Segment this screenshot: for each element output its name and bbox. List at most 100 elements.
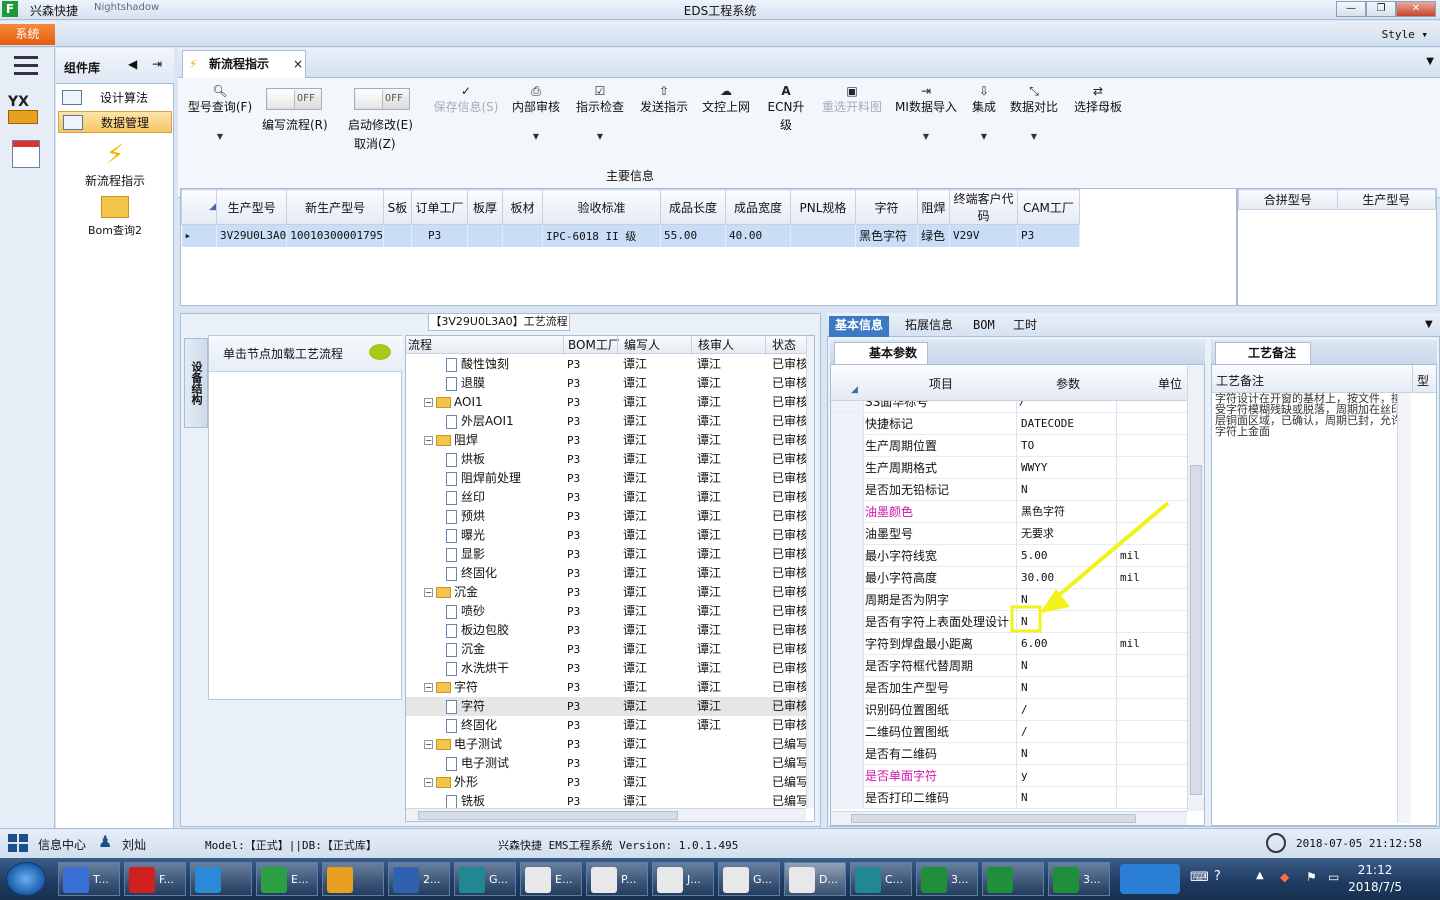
cell[interactable]: P3	[411, 224, 468, 247]
ecn-upgrade-button[interactable]: A ECN升级	[762, 82, 810, 134]
column-header[interactable]: 工艺备注	[1216, 372, 1264, 389]
restore-button[interactable]: ❐	[1366, 1, 1396, 17]
calendar-tool-icon[interactable]	[8, 140, 48, 176]
column-header[interactable]: 参数	[1019, 375, 1117, 392]
column-header[interactable]: 成品长度	[659, 189, 726, 225]
info-center-label[interactable]: 信息中心	[38, 836, 86, 853]
data-compare-button[interactable]: ⤡ 数据对比 ▼	[1008, 82, 1060, 146]
close-window-button[interactable]: ✕	[1396, 1, 1436, 17]
taskbar-app-button[interactable]: T...	[58, 862, 120, 896]
tree-grid-vscrollbar[interactable]	[806, 336, 814, 808]
doc-upload-button[interactable]: ☁ 文控上网	[700, 82, 752, 116]
column-header[interactable]: 成品宽度	[724, 189, 791, 225]
tab-process-notes[interactable]: 工艺备注	[1215, 342, 1311, 364]
column-header[interactable]: 型	[1412, 365, 1436, 393]
table-row[interactable]: 是否加生产型号 N	[831, 677, 1187, 699]
tab-new-flow[interactable]: ⚡ 新流程指示 ×	[182, 50, 306, 79]
cell[interactable]: P3	[1017, 224, 1080, 247]
table-row[interactable]: 生产周期格式 WWYY	[831, 457, 1187, 479]
param-value[interactable]: DATECODE	[1019, 413, 1117, 435]
column-header[interactable]: 板材	[501, 189, 543, 225]
hamburger-menu-icon[interactable]	[14, 56, 38, 76]
param-value[interactable]: WWYY	[1019, 457, 1117, 479]
tab-basic-info[interactable]: 基本信息	[829, 316, 890, 337]
tab-basic-params[interactable]: 基本参数	[834, 342, 928, 364]
cell[interactable]: 黑色字符	[855, 224, 918, 247]
taskbar-app-button[interactable]: 2...	[388, 862, 450, 896]
tab-bom[interactable]: BOM	[967, 316, 1001, 337]
tree-row[interactable]: 字符 P3 谭江 谭江 已审核	[406, 697, 806, 716]
start-button[interactable]	[6, 862, 46, 896]
tree-row[interactable]: − 外形 P3 谭江 已编写	[406, 773, 806, 792]
monitor-tray-icon[interactable]: ▭	[1328, 870, 1339, 884]
mi-import-button[interactable]: ⇥ MI数据导入 ▼	[894, 82, 958, 146]
tree-row[interactable]: − AOI1 P3 谭江 谭江 已审核	[406, 393, 806, 412]
param-value[interactable]: N	[1019, 655, 1117, 677]
tree-row[interactable]: 退膜 P3 谭江 谭江 已审核	[406, 374, 806, 393]
tab-list-chevron-icon[interactable]: ▼	[1426, 56, 1434, 67]
tree-row[interactable]: − 字符 P3 谭江 谭江 已审核	[406, 678, 806, 697]
column-header[interactable]: CAM工厂	[1016, 189, 1080, 225]
cell[interactable]: V29V	[949, 224, 1018, 247]
column-header[interactable]: 状态	[765, 336, 805, 355]
tree-row[interactable]: 板边包胶 P3 谭江 谭江 已审核	[406, 621, 806, 640]
tree-row[interactable]: − 阻焊 P3 谭江 谭江 已审核	[406, 431, 806, 450]
cell[interactable]: 40.00	[725, 224, 791, 247]
system-menu-button[interactable]: 系统	[0, 24, 55, 45]
taskbar-app-button[interactable]: G...	[718, 862, 780, 896]
table-row[interactable]: 是否字符框代替周期 N	[831, 655, 1187, 677]
params-vscrollbar[interactable]	[1187, 365, 1204, 811]
instruction-check-button[interactable]: ☑ 指示检查 ▼	[574, 82, 626, 146]
param-value[interactable]: N	[1019, 743, 1117, 765]
help-tray-icon[interactable]: ?	[1214, 869, 1221, 884]
cell[interactable]: IPC-6018 II 级	[542, 224, 661, 247]
param-value[interactable]: 6.00	[1019, 633, 1117, 655]
param-value[interactable]: N	[1019, 677, 1117, 699]
tree-row[interactable]: 烘板 P3 谭江 谭江 已审核	[406, 450, 806, 469]
column-header[interactable]: 编写人	[617, 336, 691, 355]
tree-row[interactable]: 显影 P3 谭江 谭江 已审核	[406, 545, 806, 564]
send-instruction-button[interactable]: ⇧ 发送指示	[638, 82, 690, 116]
taskbar-app-button[interactable]	[322, 862, 384, 896]
collapse-toggle-icon[interactable]: −	[424, 436, 433, 445]
column-header[interactable]: 流程	[408, 336, 432, 355]
table-row[interactable]: SS面华标号 /	[831, 401, 1187, 413]
column-header[interactable]: 合拼型号	[1238, 189, 1338, 210]
tree-row[interactable]: 终固化 P3 谭江 谭江 已审核	[406, 564, 806, 583]
side-tab-equipment-structure[interactable]: 设备结构	[184, 338, 208, 428]
tree-row[interactable]: 阻焊前处理 P3 谭江 谭江 已审核	[406, 469, 806, 488]
taskbar-app-button[interactable]: D...	[784, 862, 846, 896]
cell[interactable]	[790, 224, 856, 247]
column-header[interactable]: 字符	[854, 189, 918, 225]
table-row[interactable]: ▸ 3V29U0L3A0 10010300001795 P3 IPC-6018 …	[181, 224, 1080, 247]
taskbar-app-button[interactable]: 3...	[916, 862, 978, 896]
pin-icon[interactable]: ⇥	[152, 57, 162, 71]
param-value[interactable]: /	[1019, 401, 1117, 412]
lib-item-data-management[interactable]: 数据管理	[58, 111, 172, 133]
start-edit-toggle[interactable]: OFF	[354, 88, 410, 110]
network-tray-icon[interactable]: ◆	[1280, 870, 1289, 884]
style-menu[interactable]: Style ▾	[1382, 28, 1428, 41]
taskbar-app-button[interactable]	[982, 862, 1044, 896]
tree-row[interactable]: − 沉金 P3 谭江 谭江 已审核	[406, 583, 806, 602]
collapse-toggle-icon[interactable]: −	[424, 778, 433, 787]
column-header[interactable]: S板	[382, 189, 412, 225]
taskbar-clock[interactable]: 21:12 2018/7/5	[1348, 862, 1402, 896]
table-row[interactable]: 快捷标记 DATECODE	[831, 413, 1187, 435]
param-value[interactable]: TO	[1019, 435, 1117, 457]
cell[interactable]: 绿色	[917, 224, 950, 247]
table-row[interactable]: 是否单面字符 y	[831, 765, 1187, 787]
column-header[interactable]: 终端客户代码	[948, 189, 1018, 225]
taskbar-app-button[interactable]: P...	[586, 862, 648, 896]
column-header[interactable]: 阻焊	[916, 189, 950, 225]
keyboard-tray-icon[interactable]: ⌨	[1190, 870, 1209, 885]
column-header[interactable]: 订单工厂	[410, 189, 468, 225]
taskbar-app-button[interactable]: E...	[256, 862, 318, 896]
taskbar-app-button[interactable]	[190, 862, 252, 896]
minimize-button[interactable]: —	[1336, 1, 1366, 17]
taskbar-app-button[interactable]: F...	[124, 862, 186, 896]
column-header[interactable]: 生产型号	[215, 189, 288, 225]
show-hidden-icons-chevron-icon[interactable]: ▲	[1256, 870, 1264, 881]
tree-row[interactable]: 终固化 P3 谭江 谭江 已审核	[406, 716, 806, 735]
notes-vscrollbar[interactable]	[1397, 393, 1411, 823]
